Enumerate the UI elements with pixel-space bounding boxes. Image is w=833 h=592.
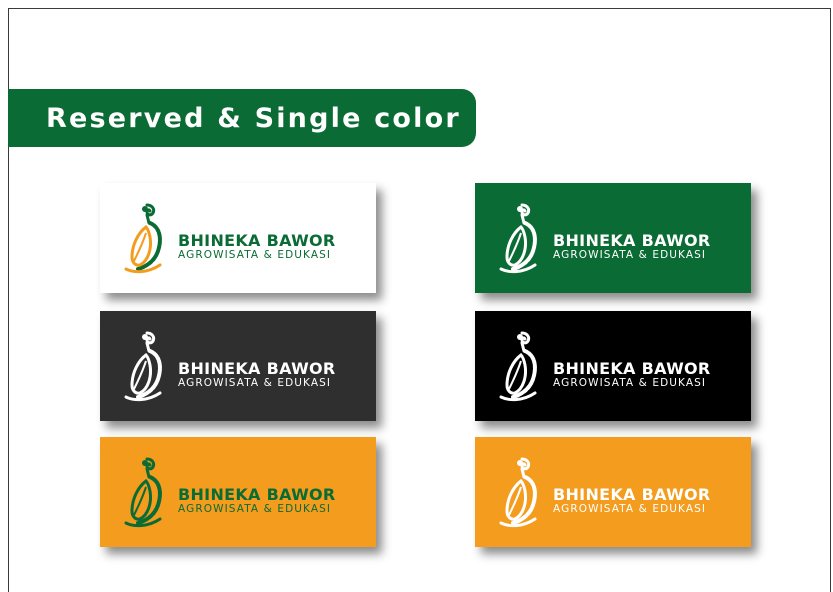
logo-card-green-reversed: BHINEKA BAWOR AGROWISATA & EDUKASI <box>475 183 751 293</box>
logo-text: BHINEKA BAWOR AGROWISATA & EDUKASI <box>178 360 336 390</box>
brand-tagline: AGROWISATA & EDUKASI <box>178 377 332 389</box>
brand-name: BHINEKA BAWOR <box>553 359 711 378</box>
durian-logo-icon <box>124 331 162 402</box>
brand-name: BHINEKA BAWOR <box>178 485 336 504</box>
logo-card-orange-green-logo: BHINEKA BAWOR AGROWISATA & EDUKASI <box>100 437 376 547</box>
durian-logo-icon <box>124 203 162 274</box>
section-title: Reserved & Single color <box>46 102 461 134</box>
brand-tagline: AGROWISATA & EDUKASI <box>553 503 707 515</box>
logo-text: BHINEKA BAWOR AGROWISATA & EDUKASI <box>553 360 711 390</box>
logo-text: BHINEKA BAWOR AGROWISATA & EDUKASI <box>553 232 711 262</box>
logo-text: BHINEKA BAWOR AGROWISATA & EDUKASI <box>178 486 336 516</box>
logo-text: BHINEKA BAWOR AGROWISATA & EDUKASI <box>553 486 711 516</box>
brand-name: BHINEKA BAWOR <box>178 231 336 250</box>
brand-tagline: AGROWISATA & EDUKASI <box>553 377 707 389</box>
durian-logo-icon <box>499 203 537 274</box>
section-banner: Reserved & Single color <box>8 89 476 147</box>
logo-card-black-reversed: BHINEKA BAWOR AGROWISATA & EDUKASI <box>475 311 751 421</box>
brand-tagline: AGROWISATA & EDUKASI <box>178 249 332 261</box>
brand-tagline: AGROWISATA & EDUKASI <box>178 503 332 515</box>
durian-logo-icon <box>499 331 537 402</box>
logo-text: BHINEKA BAWOR AGROWISATA & EDUKASI <box>178 232 336 262</box>
durian-logo-icon <box>124 457 162 528</box>
brand-name: BHINEKA BAWOR <box>553 231 711 250</box>
logo-card-gray-reversed: BHINEKA BAWOR AGROWISATA & EDUKASI <box>100 311 376 421</box>
logo-card-orange-reversed: BHINEKA BAWOR AGROWISATA & EDUKASI <box>475 437 751 547</box>
brand-tagline: AGROWISATA & EDUKASI <box>553 249 707 261</box>
logo-card-white-full-color: BHINEKA BAWOR AGROWISATA & EDUKASI <box>100 183 376 293</box>
brand-name: BHINEKA BAWOR <box>553 485 711 504</box>
durian-logo-icon <box>499 457 537 528</box>
brand-name: BHINEKA BAWOR <box>178 359 336 378</box>
